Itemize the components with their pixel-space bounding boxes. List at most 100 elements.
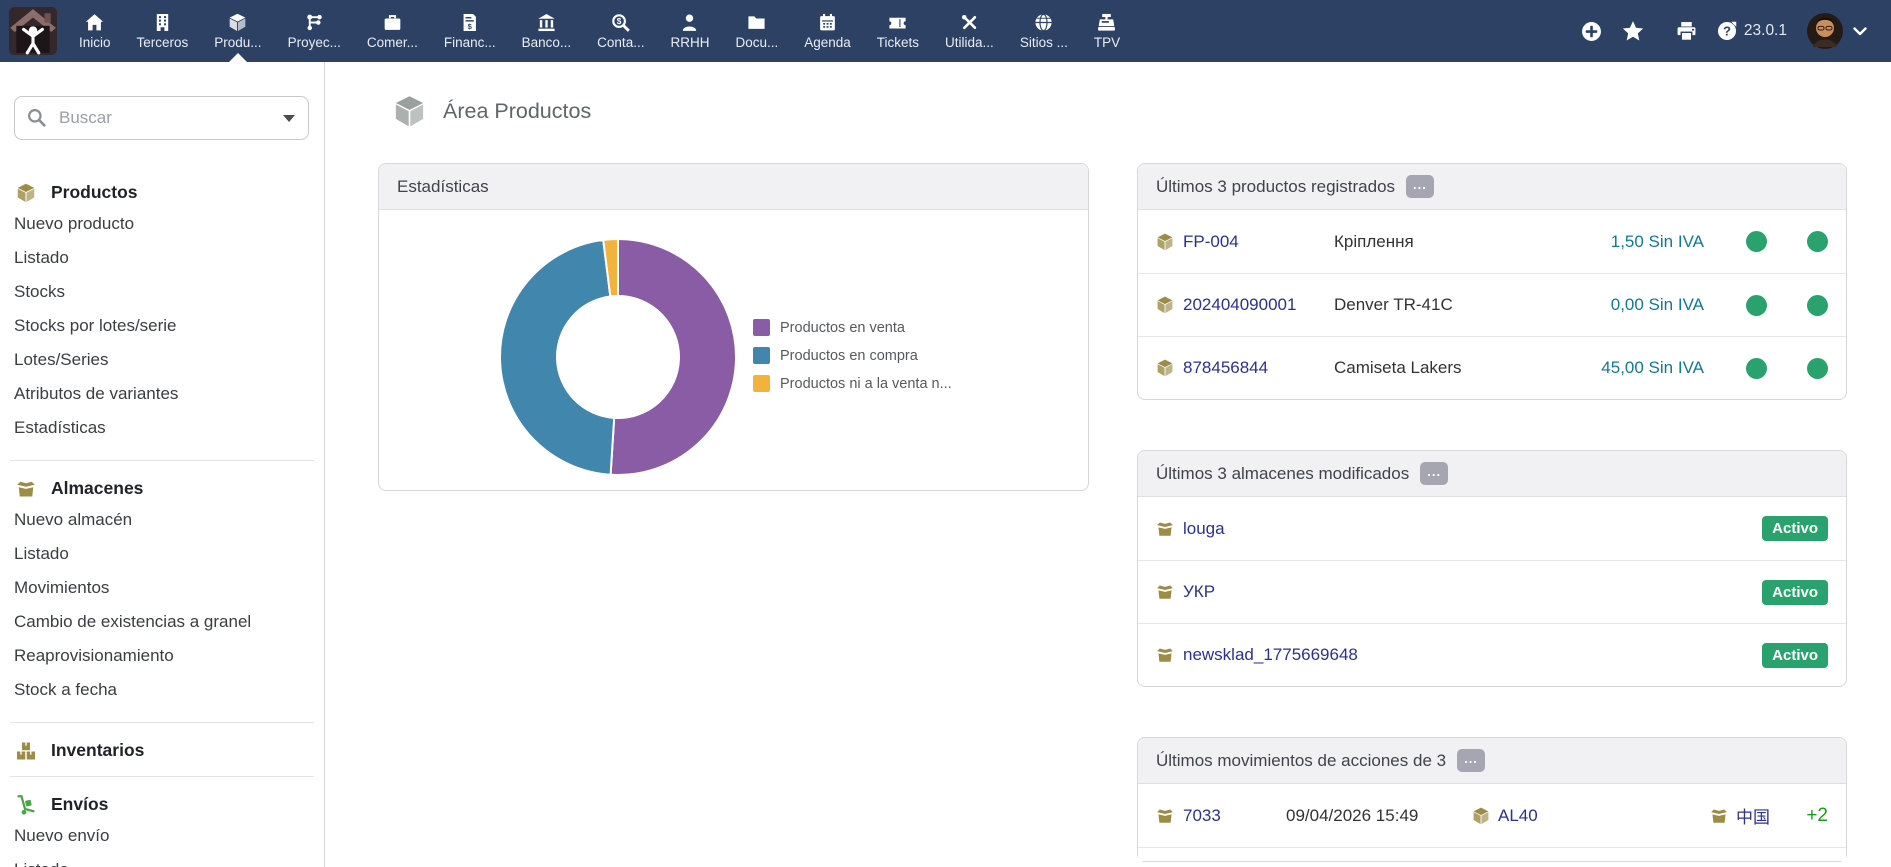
- menu-item-sitios-web[interactable]: Sitios ...: [1007, 0, 1081, 62]
- sidebar-item-stocks-lotes[interactable]: Stocks por lotes/serie: [0, 309, 324, 343]
- warehouse-row: louga Activo: [1138, 497, 1846, 560]
- legend-item-ni-venta: Productos ni a la venta n...: [753, 375, 952, 392]
- menu-label: Sitios ...: [1019, 35, 1068, 51]
- sidebar-item-reaprovisionamiento[interactable]: Reaprovisionamiento: [0, 639, 324, 673]
- sidebar-divider: [10, 776, 314, 777]
- statistics-card-header: Estadísticas: [379, 164, 1088, 210]
- quick-add-button[interactable]: [1581, 21, 1602, 42]
- warehouse-link[interactable]: УКР: [1183, 582, 1215, 602]
- menu-item-proyectos[interactable]: Proyec...: [275, 0, 354, 62]
- product-price: 1,50 Sin IVA: [1610, 231, 1704, 251]
- sidebar-item-stocks[interactable]: Stocks: [0, 275, 324, 309]
- sidebar-item-estadisticas[interactable]: Estadísticas: [0, 411, 324, 445]
- last-warehouses-card: Últimos 3 almacenes modificados ... loug…: [1137, 450, 1847, 687]
- topnav-right-tools: 23.0.1: [1581, 0, 1891, 62]
- app-logo[interactable]: [0, 0, 66, 62]
- sidebar-section-almacenes[interactable]: Almacenes: [16, 478, 324, 499]
- sidebar-item-listado-envios[interactable]: Listado: [0, 853, 324, 867]
- search-scope-caret[interactable]: [283, 115, 295, 122]
- status-badge: Activo: [1762, 642, 1828, 668]
- sidebar-item-lotes-series[interactable]: Lotes/Series: [0, 343, 324, 377]
- menu-label: Comer...: [366, 35, 418, 51]
- warehouse-link[interactable]: louga: [1183, 519, 1225, 539]
- active-menu-caret: [228, 53, 247, 62]
- movement-product-link[interactable]: AL40: [1498, 806, 1538, 826]
- page-title: Área Productos: [443, 99, 592, 123]
- statistics-card: Estadísticas Productos en venta Producto…: [378, 163, 1089, 491]
- menu-item-bancos[interactable]: Banco...: [509, 0, 585, 62]
- sidebar-item-listado-productos[interactable]: Listado: [0, 241, 324, 275]
- sidebar-item-listado-almacenes[interactable]: Listado: [0, 537, 324, 571]
- sidebar-item-movimientos[interactable]: Movimientos: [0, 571, 324, 605]
- menu-item-rrhh[interactable]: RRHH: [657, 0, 722, 62]
- warehouse-link[interactable]: newsklad_1775669648: [1183, 645, 1358, 665]
- last-products-card: Últimos 3 productos registrados ... FP-0…: [1137, 163, 1847, 400]
- calendar-icon: [818, 12, 837, 32]
- user-menu[interactable]: [1807, 13, 1867, 49]
- legend-label: Productos ni a la venta n...: [780, 375, 952, 392]
- product-ref-link[interactable]: 202404090001: [1183, 295, 1296, 315]
- sidebar-item-atributos-variantes[interactable]: Atributos de variantes: [0, 377, 324, 411]
- search-input[interactable]: [14, 96, 309, 140]
- user-avatar: [1807, 13, 1843, 49]
- cube-icon: [1156, 233, 1174, 251]
- bookmark-star-button[interactable]: [1622, 20, 1644, 42]
- product-ref-link[interactable]: 878456844: [1183, 358, 1268, 378]
- sidebar-item-nuevo-producto[interactable]: Nuevo producto: [0, 207, 324, 241]
- menu-label: TPV: [1093, 35, 1121, 51]
- menu-item-terceros[interactable]: Terceros: [124, 0, 202, 62]
- sidebar-item-cambio-existencias[interactable]: Cambio de existencias a granel: [0, 605, 324, 639]
- more-button[interactable]: ...: [1406, 175, 1434, 198]
- menu-label: Inicio: [79, 35, 111, 51]
- sidebar-section-envios[interactable]: Envíos: [16, 794, 324, 815]
- menu-item-tpv[interactable]: TPV: [1081, 0, 1133, 62]
- page-header: Área Productos: [393, 95, 1891, 128]
- product-label: Кріплення: [1334, 231, 1414, 251]
- sidebar-section-inventarios[interactable]: Inventarios: [16, 740, 324, 761]
- sidebar-section-productos[interactable]: Productos: [16, 182, 324, 203]
- more-button[interactable]: ...: [1457, 749, 1485, 772]
- sidebar-search: [14, 96, 309, 140]
- product-ref-link[interactable]: FP-004: [1183, 232, 1239, 252]
- menu-label: Financ...: [443, 35, 496, 51]
- movement-ref-link[interactable]: 7033: [1183, 806, 1221, 826]
- movement-row: 7033 09/04/2026 15:49 AL40 中国 +2: [1138, 784, 1846, 847]
- menu-item-contabilidad[interactable]: Conta...: [584, 0, 657, 62]
- menu-label: Conta...: [597, 35, 645, 51]
- open-box-icon: [1156, 807, 1174, 825]
- more-button[interactable]: ...: [1420, 462, 1449, 485]
- menu-item-utilidades[interactable]: Utilida...: [932, 0, 1007, 62]
- menu-item-productos[interactable]: Produ...: [201, 0, 274, 62]
- menu-item-agenda[interactable]: Agenda: [791, 0, 864, 62]
- legend-swatch: [753, 319, 770, 336]
- menu-item-financiera[interactable]: Financ...: [431, 0, 509, 62]
- warehouse-row: newsklad_1775669648 Activo: [1138, 623, 1846, 686]
- user-icon: [680, 12, 699, 32]
- menu-item-tickets[interactable]: Tickets: [864, 0, 932, 62]
- sidebar-item-stock-a-fecha[interactable]: Stock a fecha: [0, 673, 324, 707]
- movement-warehouse-link[interactable]: 中国: [1736, 803, 1770, 828]
- main-content: Área Productos Estadísticas Productos en…: [326, 62, 1891, 867]
- dolibarr-logo-icon: [8, 6, 58, 56]
- open-box-icon: [1710, 807, 1728, 825]
- cube-icon: [228, 12, 247, 32]
- sidebar-item-nuevo-envio[interactable]: Nuevo envío: [0, 819, 324, 853]
- invoice-icon: [460, 12, 479, 32]
- buy-status-dot: [1807, 231, 1828, 252]
- sidebar-item-nuevo-almacen[interactable]: Nuevo almacén: [0, 503, 324, 537]
- menu-item-documentos[interactable]: Docu...: [722, 0, 791, 62]
- last-movements-title: Últimos movimientos de acciones de 3: [1156, 750, 1447, 770]
- product-label: Camiseta Lakers: [1334, 358, 1462, 377]
- cube-icon: [16, 183, 36, 203]
- help-button[interactable]: [1717, 21, 1737, 41]
- menu-item-comercial[interactable]: Comer...: [354, 0, 431, 62]
- left-sidebar: Productos Nuevo producto Listado Stocks …: [0, 62, 325, 867]
- movement-qty: +2: [1806, 804, 1828, 826]
- print-button[interactable]: [1676, 21, 1697, 42]
- menu-label: Banco...: [521, 35, 572, 51]
- product-price: 0,00 Sin IVA: [1610, 295, 1704, 314]
- menu-item-inicio[interactable]: Inicio: [66, 0, 124, 62]
- sell-status-dot: [1746, 294, 1767, 316]
- cube-icon: [1156, 296, 1174, 314]
- clipped-row: [1138, 847, 1846, 861]
